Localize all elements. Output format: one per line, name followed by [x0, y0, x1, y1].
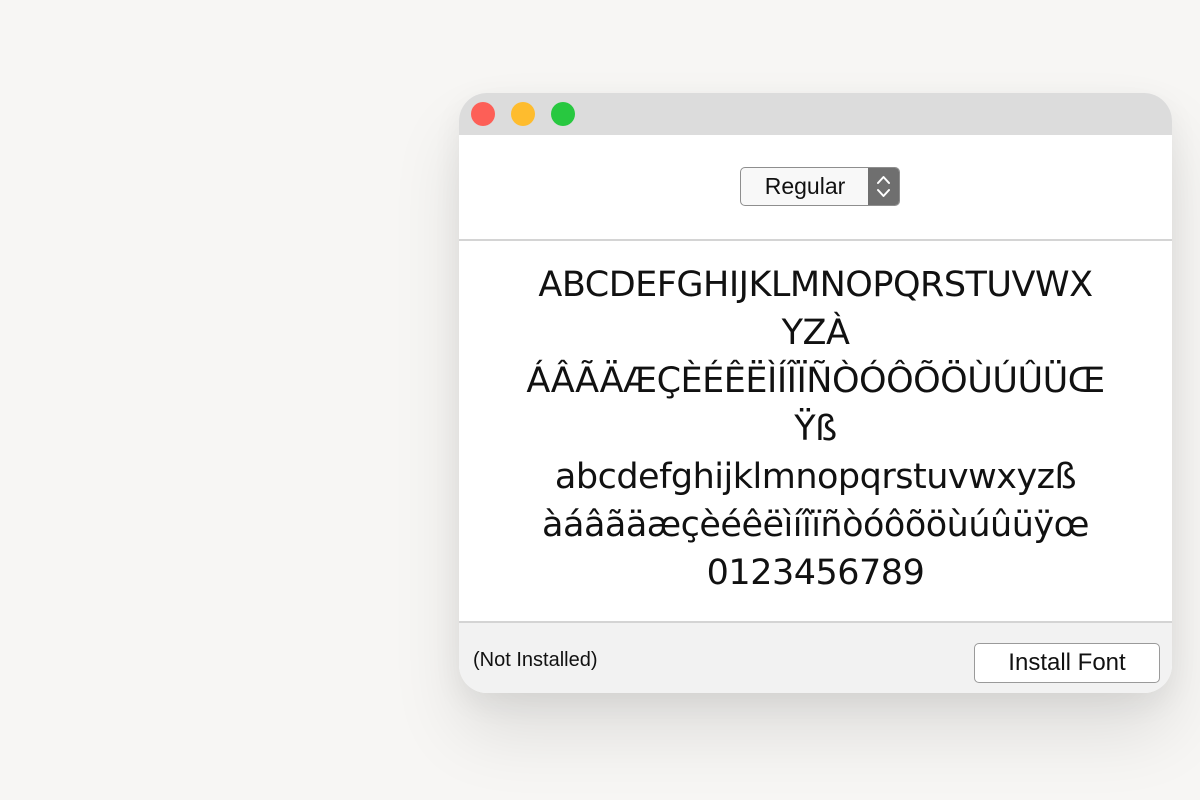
- preview-line-lowercase-accented: àáâãäæçèéêëìíîïñòóôõöùúûüÿœ: [542, 505, 1089, 545]
- install-font-button[interactable]: Install Font: [974, 643, 1160, 683]
- preview-line-digits: 0123456789: [706, 553, 925, 593]
- footer-bar: (Not Installed) Install Font: [459, 621, 1172, 693]
- preview-line-uppercase-accented: ÁÂÃÄÆÇÈÉÊËÌÍÎÏÑÒÓÔÕÖÙÚÛÜŒ: [526, 361, 1105, 401]
- font-style-selected-label: Regular: [764, 173, 846, 199]
- preview-line-uppercase: ABCDEFGHIJKLMNOPQRSTUVWX: [538, 265, 1093, 305]
- style-header: Regular: [459, 135, 1172, 241]
- preview-line-uppercase-cont: YZÀ: [781, 313, 850, 353]
- font-preview-area: ABCDEFGHIJKLMNOPQRSTUVWX YZÀ ÁÂÃÄÆÇÈÉÊËÌ…: [459, 241, 1172, 621]
- title-bar: [459, 93, 1172, 135]
- font-style-select[interactable]: Regular: [740, 167, 900, 206]
- preview-line-uppercase-accented-cont: Ÿß: [794, 409, 837, 449]
- preview-line-lowercase: abcdefghijklmnopqrstuvwxyzß: [554, 457, 1077, 497]
- close-window-button[interactable]: [471, 102, 495, 126]
- install-status-label: (Not Installed): [473, 649, 598, 671]
- zoom-window-button[interactable]: [551, 102, 575, 126]
- minimize-window-button[interactable]: [511, 102, 535, 126]
- font-preview-text: ABCDEFGHIJKLMNOPQRSTUVWX YZÀ ÁÂÃÄÆÇÈÉÊËÌ…: [499, 261, 1132, 597]
- font-book-window: Regular ABCDEFGHIJKLMNOPQRSTUVWX YZÀ ÁÂÃ…: [459, 93, 1172, 693]
- up-down-chevron-icon: [868, 168, 899, 205]
